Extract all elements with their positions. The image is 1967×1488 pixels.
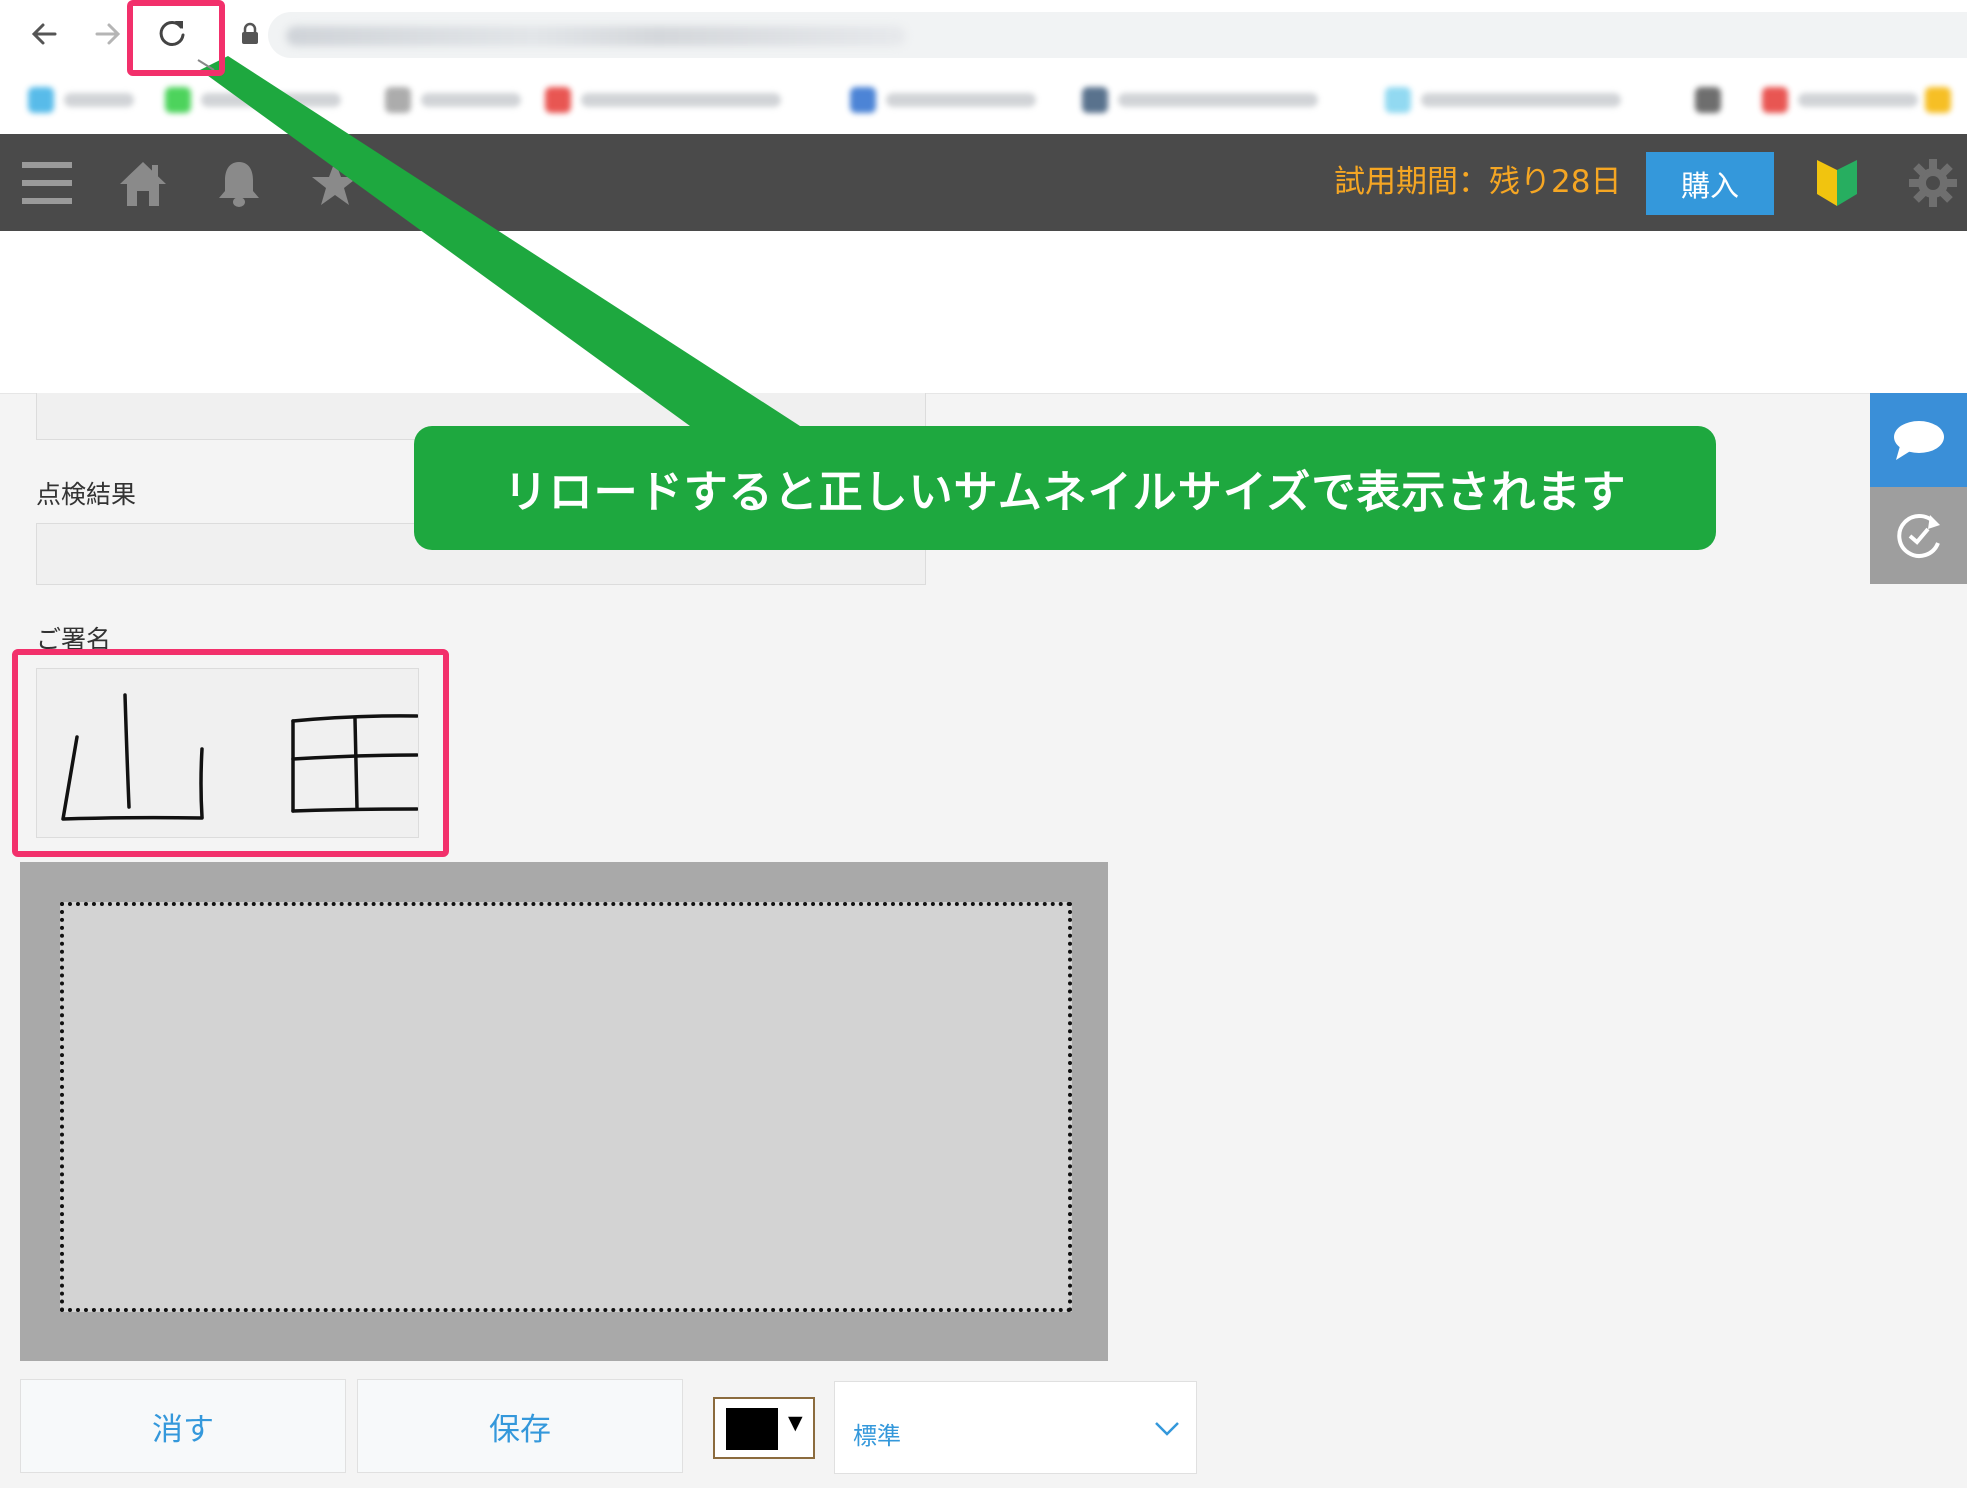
reload-highlight-box: [127, 0, 225, 76]
callout-message: リロードすると正しいサムネイルサイズで表示されます: [414, 426, 1716, 550]
signature-highlight-box: [12, 649, 449, 857]
